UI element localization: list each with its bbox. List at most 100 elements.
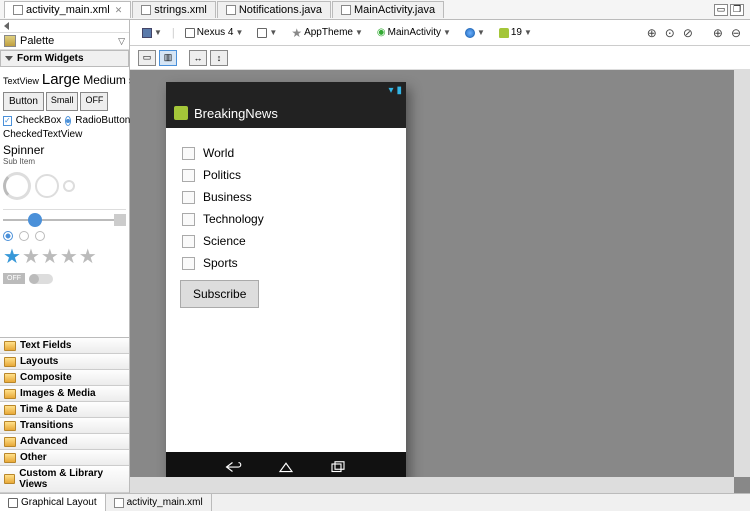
- tab-strings[interactable]: strings.xml: [132, 1, 216, 18]
- close-icon[interactable]: ✕: [115, 5, 123, 16]
- star-icon: ★: [79, 247, 97, 267]
- checkedtextview-widget[interactable]: CheckedTextView: [3, 128, 126, 141]
- radio-group-widget[interactable]: [3, 227, 126, 245]
- xml-icon: [13, 5, 23, 15]
- volume-icon: [114, 214, 126, 226]
- theme-selector[interactable]: ★AppTheme▼: [287, 24, 367, 42]
- api-selector[interactable]: 19▼: [495, 25, 536, 40]
- radio-off-icon: [19, 231, 29, 241]
- layout-mode-4[interactable]: ↕: [210, 50, 228, 66]
- folder-layouts[interactable]: Layouts: [0, 354, 129, 370]
- seek-thumb-icon: [28, 213, 42, 227]
- sidebar-back[interactable]: [0, 20, 129, 33]
- folder-time-date[interactable]: Time & Date: [0, 402, 129, 418]
- locale-selector[interactable]: ▼: [461, 26, 489, 40]
- api-label: 19: [511, 27, 522, 38]
- item-label: Politics: [203, 168, 241, 182]
- item-label: World: [203, 146, 234, 160]
- folder-transitions[interactable]: Transitions: [0, 418, 129, 434]
- checkbox-icon: [182, 213, 195, 226]
- folder-composite[interactable]: Composite: [0, 370, 129, 386]
- layout-mode-3[interactable]: ↔: [189, 50, 207, 66]
- button-widget[interactable]: Button: [3, 92, 44, 111]
- subitem-label: Sub Item: [3, 157, 126, 166]
- activity-selector[interactable]: ◉MainActivity▼: [373, 25, 455, 40]
- phone-icon: [185, 28, 195, 38]
- zoom-actual-icon[interactable]: ⊘: [682, 26, 694, 40]
- xml-source-tab[interactable]: activity_main.xml: [106, 494, 212, 511]
- disk-icon: [142, 28, 152, 38]
- save-dropdown[interactable]: ▼: [138, 26, 166, 40]
- java-icon: [226, 5, 236, 15]
- folder-text-fields[interactable]: Text Fields: [0, 338, 129, 354]
- section-label: Form Widgets: [17, 53, 84, 64]
- back-icon[interactable]: [225, 460, 243, 474]
- layout-mode-1[interactable]: ▭: [138, 50, 156, 66]
- off-button-widget[interactable]: OFF: [80, 92, 108, 111]
- spinner-widget[interactable]: Spinner: [3, 141, 126, 157]
- tab-notifications[interactable]: Notifications.java: [217, 1, 331, 18]
- list-item[interactable]: Sports: [180, 252, 392, 274]
- bottom-tabs: Graphical Layout activity_main.xml: [0, 493, 750, 511]
- tab-activity-main[interactable]: activity_main.xml✕: [4, 1, 131, 18]
- item-label: Sports: [203, 256, 238, 270]
- switch-icon: [29, 274, 53, 284]
- seekbar-widget[interactable]: [3, 213, 126, 227]
- folder-label: Composite: [20, 372, 72, 383]
- tab-mainactivity[interactable]: MainActivity.java: [332, 1, 444, 18]
- folder-other[interactable]: Other: [0, 450, 129, 466]
- item-label: Science: [203, 234, 246, 248]
- small-button-widget[interactable]: Small: [46, 92, 79, 111]
- palette-selector[interactable]: Palette ▽: [0, 33, 129, 50]
- radio-on-icon: [3, 231, 13, 241]
- orientation-selector[interactable]: ▼: [253, 26, 281, 40]
- scrollbar-vertical[interactable]: [734, 70, 750, 477]
- canvas-viewport[interactable]: ▾ ▮ BreakingNews World Politics Business…: [130, 70, 750, 493]
- folder-icon: [4, 474, 15, 484]
- checkbox-icon[interactable]: ✓: [3, 116, 12, 126]
- list-item[interactable]: World: [180, 142, 392, 164]
- star-icon: ★: [22, 247, 40, 267]
- battery-icon: ▮: [396, 85, 402, 96]
- folder-label: Other: [20, 452, 47, 463]
- layout-mode-2[interactable]: ▥: [159, 50, 177, 66]
- zoom-out-icon[interactable]: ⊖: [730, 26, 742, 40]
- list-item[interactable]: Politics: [180, 164, 392, 186]
- zoom-fit-icon[interactable]: ⊕: [646, 26, 658, 40]
- chevron-down-icon: ▽: [118, 36, 125, 47]
- list-item[interactable]: Science: [180, 230, 392, 252]
- maximize-button[interactable]: ❐: [730, 4, 744, 16]
- scrollbar-horizontal[interactable]: [130, 477, 734, 493]
- device-selector[interactable]: Nexus 4▼: [181, 25, 248, 40]
- checkbox-icon: [182, 169, 195, 182]
- progress-widgets[interactable]: [3, 166, 126, 206]
- btab-label: Graphical Layout: [21, 497, 97, 508]
- btab-label: activity_main.xml: [127, 497, 203, 508]
- minimize-button[interactable]: ▭: [714, 4, 728, 16]
- zoom-reset-icon[interactable]: ⊙: [664, 26, 676, 40]
- folder-images-media[interactable]: Images & Media: [0, 386, 129, 402]
- home-icon[interactable]: [277, 460, 295, 474]
- checkbox-icon: [182, 257, 195, 270]
- ratingbar-widget[interactable]: ★ ★ ★ ★ ★: [3, 245, 126, 269]
- tab-label: strings.xml: [154, 4, 207, 16]
- app-bar: BreakingNews: [166, 98, 406, 128]
- java-icon: [341, 5, 351, 15]
- folder-custom-library[interactable]: Custom & Library Views: [0, 466, 129, 493]
- list-item[interactable]: Business: [180, 186, 392, 208]
- toggle-widgets[interactable]: OFF: [3, 269, 126, 288]
- textview-sizes[interactable]: TextView Large Medium Small: [3, 69, 126, 90]
- recents-icon[interactable]: [329, 460, 347, 474]
- folder-label: Transitions: [20, 420, 73, 431]
- layout-icon: [8, 498, 18, 508]
- radio-icon[interactable]: [65, 116, 71, 126]
- subscribe-button[interactable]: Subscribe: [180, 280, 259, 308]
- folder-advanced[interactable]: Advanced: [0, 434, 129, 450]
- zoom-in-icon[interactable]: ⊕: [712, 26, 724, 40]
- form-widgets-body: TextView Large Medium Small Button Small…: [0, 67, 129, 290]
- graphical-layout-tab[interactable]: Graphical Layout: [0, 494, 106, 511]
- globe-icon: [465, 28, 475, 38]
- section-form-widgets[interactable]: Form Widgets: [0, 50, 129, 67]
- list-item[interactable]: Technology: [180, 208, 392, 230]
- folder-label: Time & Date: [20, 404, 78, 415]
